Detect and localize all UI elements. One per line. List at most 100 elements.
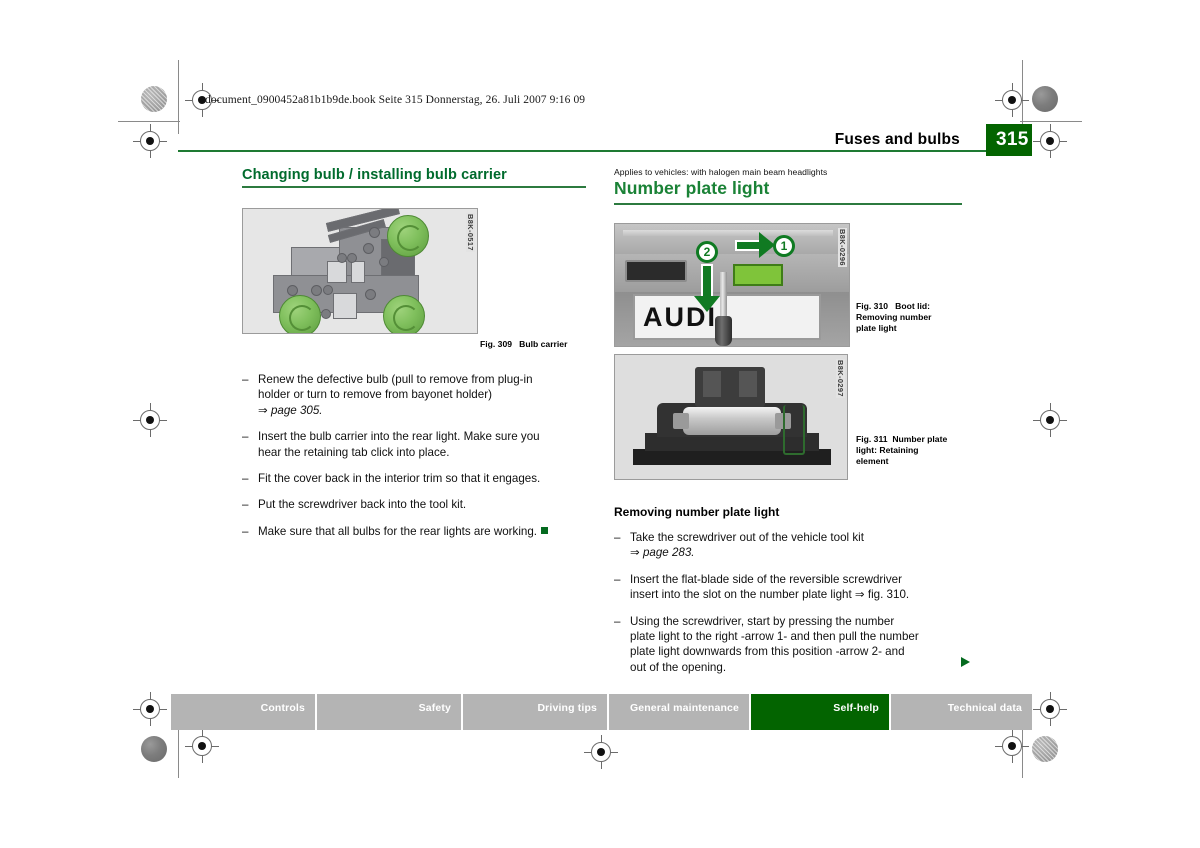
page-ref-arrow-icon: ⇒ [630, 546, 640, 560]
tab-driving-tips-label: Driving tips [537, 702, 597, 714]
retaining-element [783, 405, 805, 455]
page-ref-text[interactable]: page 283. [643, 546, 695, 559]
arrow-2-tail [701, 264, 713, 298]
figure-309: B8K-0517 [242, 208, 478, 334]
registration-mark-left-upper [133, 124, 167, 158]
left-column-body: – Renew the defective bulb (pull to remo… [242, 372, 586, 539]
registration-mark-bottom-left [185, 729, 219, 763]
manual-page: document_0900452a81b1b9de.book Seite 315… [0, 0, 1200, 848]
density-patch-bottom-right [1032, 736, 1058, 762]
tab-safety[interactable]: Safety [317, 694, 463, 730]
bulb-holder-bottom-left [279, 295, 321, 333]
page-ref-text[interactable]: page 305. [271, 404, 323, 417]
figure-309-caption-number: Fig. 309 [480, 339, 512, 349]
bulb-holder-bottom-right [383, 295, 425, 333]
registration-mark-left-lower [133, 692, 167, 726]
list-item: – Using the screwdriver, start by pressi… [614, 614, 962, 676]
running-head-title: Fuses and bulbs [834, 131, 960, 148]
registration-mark-right-upper [1033, 124, 1067, 158]
registration-mark-left-middle [133, 403, 167, 437]
list-item-line1: Make sure that all bulbs for the rear li… [258, 524, 538, 538]
running-head-rule [178, 150, 986, 152]
list-item: – Take the screwdriver out of the vehicl… [614, 530, 962, 561]
boot-lid-handle-recess [625, 260, 687, 282]
footer-tab-bar: Controls Safety Driving tips General mai… [171, 694, 1032, 730]
tab-technical-data[interactable]: Technical data [891, 694, 1032, 730]
figure-309-code: B8K-0517 [466, 213, 475, 252]
list-item-line1: Put the screwdriver back into the tool k… [258, 498, 467, 512]
figure-310-caption-number: Fig. 310 [856, 301, 888, 311]
right-column-body: Removing number plate light – Take the s… [614, 505, 962, 675]
left-column: Changing bulb / installing bulb carrier [242, 167, 586, 550]
list-item-line2: insert into the slot on the number plate… [630, 588, 910, 602]
figure-310-code: B8K-0296 [838, 228, 847, 267]
tab-self-help[interactable]: Self-help [751, 694, 891, 730]
screwdriver-handle [715, 316, 732, 346]
figure-310-caption-line2: Removing number [856, 312, 932, 322]
figure-309-caption-text: Bulb carrier [519, 339, 568, 349]
list-dash: – [242, 373, 249, 386]
list-item-line2: plate light to the right -arrow 1- and t… [630, 629, 919, 643]
list-dash: – [614, 572, 621, 586]
festoon-bulb [683, 407, 781, 435]
tab-technical-data-label: Technical data [947, 702, 1022, 714]
page-number-badge: 315 [986, 124, 1032, 156]
list-dash: – [242, 472, 249, 486]
section-end-square-icon [541, 526, 549, 534]
figure-310-caption-line3: plate light [856, 323, 897, 333]
list-item-line1: Insert the bulb carrier into the rear li… [258, 430, 540, 444]
figure-311-caption-line1: Number plate [892, 434, 948, 444]
list-item: – Put the screwdriver back into the tool… [242, 497, 586, 512]
page-ref-arrow-icon: ⇒ [258, 403, 268, 417]
list-item: – Insert the flat-blade side of the reve… [614, 572, 962, 603]
figure-311: B8K-0297 [614, 354, 848, 480]
list-item-line1: Take the screwdriver out of the vehicle … [630, 530, 864, 544]
figure-311-caption-line3: element [856, 456, 889, 466]
registration-mark-bottom-right [995, 729, 1029, 763]
crop-line-top-left-v [178, 60, 179, 134]
applies-to-note: Applies to vehicles: with halogen main b… [614, 167, 828, 177]
list-item: – Make sure that all bulbs for the rear … [242, 524, 586, 539]
figure-311-caption-number: Fig. 311 [856, 434, 888, 444]
list-item-line2: holder or turn to remove from bayonet ho… [258, 388, 492, 402]
right-column-subheading: Removing number plate light [614, 505, 780, 519]
right-column-heading: Number plate light [614, 178, 962, 205]
number-plate-lamp [733, 264, 783, 286]
list-item: – Renew the defective bulb (pull to remo… [242, 372, 586, 418]
crop-line-right-h [1020, 121, 1082, 122]
tab-self-help-label: Self-help [833, 702, 879, 714]
list-item-line4: out of the opening. [630, 660, 727, 674]
right-column: Applies to vehicles: with halogen main b… [614, 167, 962, 686]
list-item-line3: plate light downwards from this position… [630, 645, 905, 659]
figure-311-caption-line2: light: Retaining [856, 445, 919, 455]
density-patch-top-right [1032, 86, 1058, 112]
tab-safety-label: Safety [418, 702, 451, 714]
document-file-header: document_0900452a81b1b9de.book Seite 315… [205, 94, 586, 106]
arrow-1-tail [735, 240, 761, 251]
figure-310-caption: Fig. 310 Boot lid: Removing number plate… [856, 301, 962, 334]
figure-310-caption-line1: Boot lid: [895, 301, 931, 311]
figure-311-code: B8K-0297 [836, 359, 845, 398]
tab-general-maintenance[interactable]: General maintenance [609, 694, 751, 730]
density-patch-bottom-left [141, 736, 167, 762]
left-column-heading: Changing bulb / installing bulb carrier [242, 167, 586, 188]
registration-mark-right-middle [1033, 403, 1067, 437]
tab-controls-label: Controls [260, 702, 305, 714]
figure-311-artwork [615, 355, 847, 479]
list-item-line1: Insert the flat-blade side of the revers… [630, 572, 902, 586]
list-item-line1: Fit the cover back in the interior trim … [258, 472, 541, 486]
list-item-line1: Renew the defective bulb (pull to remove… [258, 373, 533, 386]
arrow-2-head-icon [694, 296, 720, 312]
list-dash: – [614, 614, 621, 628]
list-item-line1: Using the screwdriver, start by pressing… [630, 614, 895, 628]
list-item: – Insert the bulb carrier into the rear … [242, 429, 586, 460]
registration-mark-bottom-center [584, 735, 618, 769]
tab-controls[interactable]: Controls [171, 694, 317, 730]
continuation-arrow-icon [961, 657, 970, 667]
tab-driving-tips[interactable]: Driving tips [463, 694, 609, 730]
figure-309-artwork [243, 209, 477, 333]
list-item-line2: hear the retaining tab click into place. [258, 445, 450, 459]
figure-310: AUDI 1 2 B8K-0296 [614, 223, 850, 347]
figure-309-caption: Fig. 309 Bulb carrier [480, 339, 590, 350]
list-dash: – [614, 530, 621, 544]
